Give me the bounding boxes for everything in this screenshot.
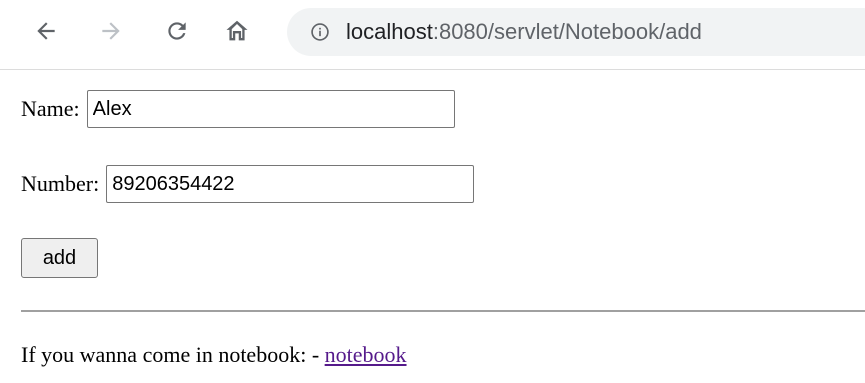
url-host: localhost	[346, 19, 433, 44]
name-row: Name:	[21, 90, 455, 128]
info-icon[interactable]	[310, 22, 330, 42]
footer-text: If you wanna come in notebook: - noteboo…	[21, 342, 407, 368]
forward-button[interactable]	[94, 14, 128, 48]
home-icon	[226, 20, 248, 41]
number-label: Number:	[21, 171, 100, 196]
address-bar[interactable]: localhost:8080/servlet/Notebook/add	[287, 8, 865, 56]
notebook-link[interactable]: notebook	[325, 342, 407, 367]
add-button[interactable]: add	[21, 238, 98, 278]
arrow-left-icon	[37, 22, 55, 40]
number-row: Number:	[21, 165, 475, 203]
reload-icon	[168, 22, 186, 40]
number-input[interactable]	[106, 165, 475, 203]
arrow-right-icon	[102, 22, 120, 40]
url-text: localhost:8080/servlet/Notebook/add	[346, 19, 702, 45]
back-button[interactable]	[29, 14, 63, 48]
name-input[interactable]	[86, 90, 455, 128]
divider	[21, 310, 865, 312]
browser-toolbar: localhost:8080/servlet/Notebook/add	[0, 0, 865, 70]
url-path: :8080/servlet/Notebook/add	[432, 19, 702, 44]
reload-button[interactable]	[160, 14, 194, 48]
footer-prompt: If you wanna come in notebook: -	[21, 342, 325, 367]
home-button[interactable]	[220, 14, 254, 48]
page-content: Name: Number: add If you wanna come in n…	[0, 70, 865, 383]
name-label: Name:	[21, 96, 80, 121]
